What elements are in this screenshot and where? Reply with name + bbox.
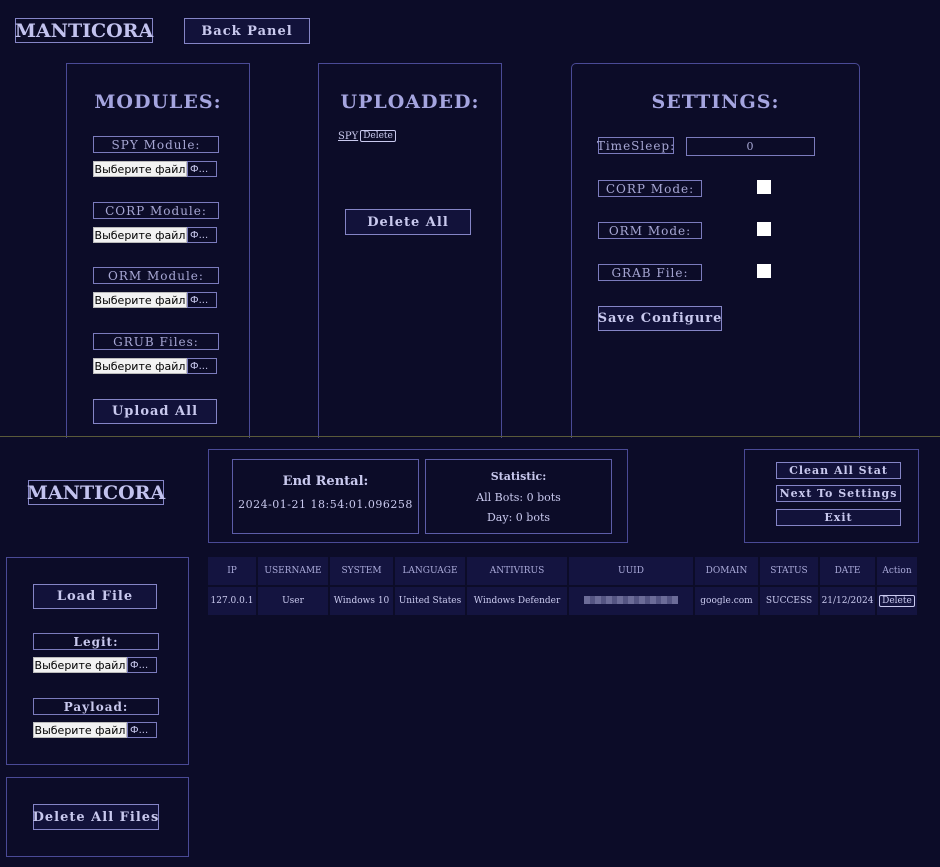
end-rental-box: End Rental: 2024-01-21 18:54:01.096258 [232, 459, 419, 534]
column-header: DATE [820, 557, 875, 585]
uploaded-file-link[interactable]: SPY [338, 131, 358, 142]
legit-label: Legit: [33, 633, 159, 650]
cell-language: United States [395, 585, 465, 615]
column-header: USERNAME [258, 557, 328, 585]
orm-module-file-input[interactable]: Выберите файл Ф... [93, 292, 217, 308]
app-logo: MANTICORA [26, 480, 166, 505]
load-file-button[interactable]: Load File [33, 584, 157, 609]
day-bots-count: Day: 0 bots [486, 511, 551, 524]
choose-file-button[interactable]: Выберите файл [93, 358, 187, 374]
file-name: Ф... [187, 358, 217, 374]
bots-table: IP USERNAME SYSTEM LANGUAGE ANTIVIRUS UU… [206, 557, 919, 615]
clean-all-stat-button[interactable]: Clean All Stat [776, 462, 901, 479]
next-to-settings-button[interactable]: Next To Settings [776, 485, 901, 502]
save-configure-button[interactable]: Save Configure [598, 306, 722, 331]
uploaded-item: SPY Delete [338, 130, 396, 142]
grub-files-label: GRUB Files: [93, 333, 219, 350]
payload-label: Payload: [33, 698, 159, 715]
corp-mode-checkbox[interactable] [757, 180, 771, 194]
column-header: SYSTEM [330, 557, 393, 585]
file-name: Ф... [187, 292, 217, 308]
table-row: 127.0.0.1 User Windows 10 United States … [208, 585, 917, 615]
delete-files-panel: Delete All Files [6, 777, 189, 857]
choose-file-button[interactable]: Выберите файл [93, 292, 187, 308]
cell-uuid [569, 585, 693, 615]
spy-module-label: SPY Module: [93, 136, 219, 153]
column-header: ANTIVIRUS [467, 557, 567, 585]
cell-date: 21/12/2024 [820, 585, 875, 615]
timesleep-input[interactable]: 0 [686, 137, 815, 156]
table-header-row: IP USERNAME SYSTEM LANGUAGE ANTIVIRUS UU… [208, 557, 917, 585]
modules-title: MODULES: [94, 91, 222, 113]
cell-status: SUCCESS [760, 585, 818, 615]
column-header: UUID [569, 557, 693, 585]
file-name: Ф... [187, 227, 217, 243]
delete-row-button[interactable]: Delete [879, 595, 915, 607]
bots-table-wrapper: IP USERNAME SYSTEM LANGUAGE ANTIVIRUS UU… [206, 557, 919, 615]
orm-mode-label: ORM Mode: [598, 222, 702, 239]
grab-file-label: GRAB File: [598, 264, 702, 281]
loader-panel: Load File Legit: Выберите файл Ф... Payl… [6, 557, 189, 765]
cell-antivirus: Windows Defender [467, 585, 567, 615]
orm-module-label: ORM Module: [93, 267, 219, 284]
section-divider [0, 436, 940, 437]
choose-file-button[interactable]: Выберите файл [33, 722, 127, 738]
end-rental-date: 2024-01-21 18:54:01.096258 [238, 498, 413, 511]
delete-all-files-button[interactable]: Delete All Files [33, 804, 159, 830]
back-panel-button[interactable]: Back Panel [184, 18, 310, 44]
column-header: STATUS [760, 557, 818, 585]
file-name: Ф... [127, 657, 157, 673]
exit-button[interactable]: Exit [776, 509, 901, 526]
all-bots-count: All Bots: 0 bots [476, 491, 561, 504]
upload-all-button[interactable]: Upload All [93, 399, 217, 424]
uploaded-panel: UPLOADED: SPY Delete Delete All [318, 63, 502, 438]
file-name: Ф... [187, 161, 217, 177]
payload-file-input[interactable]: Выберите файл Ф... [33, 722, 157, 738]
actions-panel: Clean All Stat Next To Settings Exit [744, 449, 919, 543]
uploaded-title: UPLOADED: [340, 91, 480, 113]
statistic-title: Statistic: [490, 470, 547, 483]
cell-username: User [258, 585, 328, 615]
grab-file-checkbox[interactable] [757, 264, 771, 278]
corp-module-label: CORP Module: [93, 202, 219, 219]
app-logo: MANTICORA [14, 18, 154, 43]
timesleep-label: TimeSleep: [596, 137, 676, 154]
file-name: Ф... [127, 722, 157, 738]
choose-file-button[interactable]: Выберите файл [93, 161, 187, 177]
legit-file-input[interactable]: Выберите файл Ф... [33, 657, 157, 673]
spy-module-file-input[interactable]: Выберите файл Ф... [93, 161, 217, 177]
cell-domain: google.com [695, 585, 758, 615]
settings-title: SETTINGS: [651, 91, 780, 113]
choose-file-button[interactable]: Выберите файл [93, 227, 187, 243]
end-rental-title: End Rental: [282, 474, 369, 489]
cell-ip: 127.0.0.1 [208, 585, 256, 615]
column-header: DOMAIN [695, 557, 758, 585]
orm-mode-checkbox[interactable] [757, 222, 771, 236]
column-header: Action [877, 557, 917, 585]
statistic-box: Statistic: All Bots: 0 bots Day: 0 bots [425, 459, 612, 534]
uuid-redacted [584, 595, 678, 604]
delete-uploaded-button[interactable]: Delete [360, 130, 396, 142]
cell-system: Windows 10 [330, 585, 393, 615]
modules-panel: MODULES: SPY Module: Выберите файл Ф... … [66, 63, 250, 438]
column-header: LANGUAGE [395, 557, 465, 585]
choose-file-button[interactable]: Выберите файл [33, 657, 127, 673]
corp-module-file-input[interactable]: Выберите файл Ф... [93, 227, 217, 243]
corp-mode-label: CORP Mode: [598, 180, 702, 197]
grub-files-file-input[interactable]: Выберите файл Ф... [93, 358, 217, 374]
info-panel: End Rental: 2024-01-21 18:54:01.096258 S… [208, 449, 628, 543]
cell-action: Delete [877, 585, 917, 615]
delete-all-button[interactable]: Delete All [345, 209, 471, 235]
settings-panel: SETTINGS: TimeSleep: 0 CORP Mode: ORM Mo… [571, 63, 860, 438]
column-header: IP [208, 557, 256, 585]
